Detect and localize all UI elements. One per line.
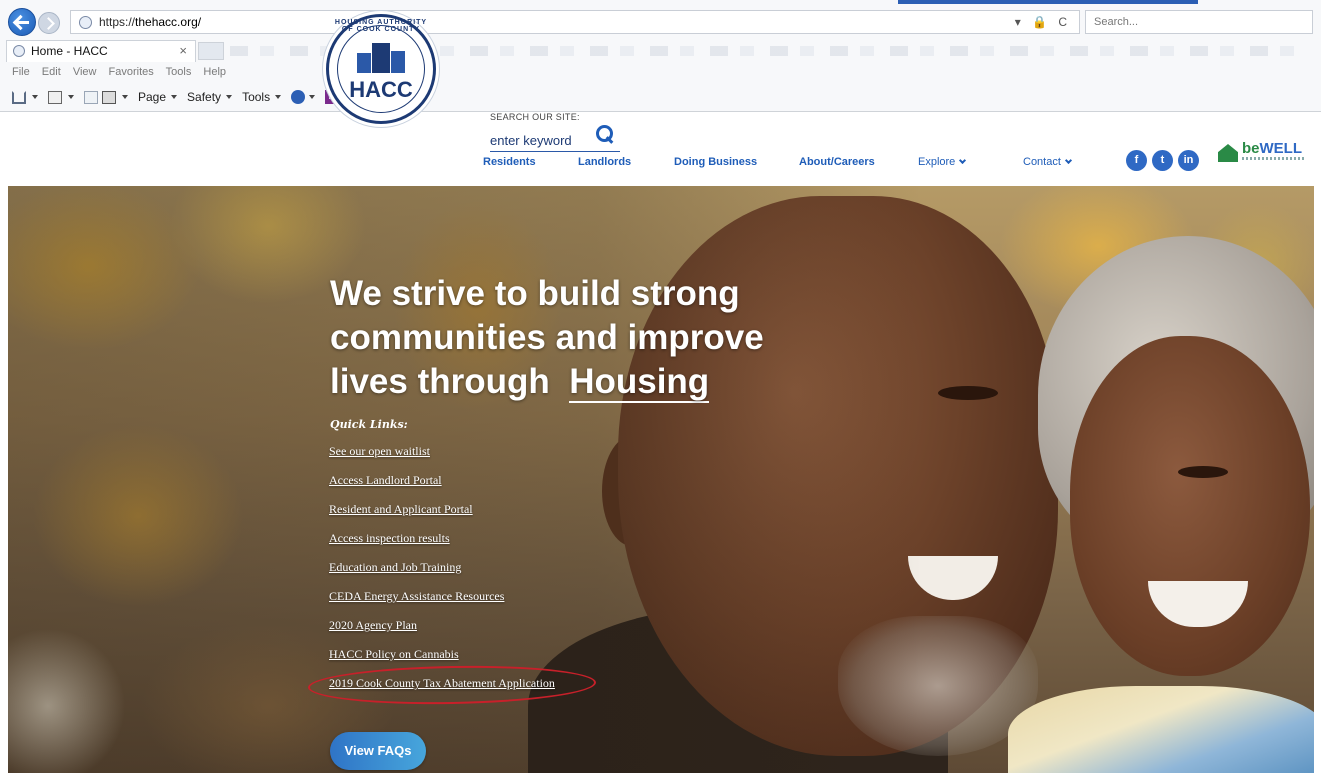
nav-about-careers[interactable]: About/Careers xyxy=(799,156,875,168)
browser-chrome: https://thehacc.org/ ▾ 🔒 C Search... Hom… xyxy=(0,0,1321,112)
nav-doing-business[interactable]: Doing Business xyxy=(674,156,757,168)
site-search-label: SEARCH OUR SITE: xyxy=(490,112,580,122)
help-icon[interactable] xyxy=(291,90,306,104)
hero-banner: We strive to build strong communities an… xyxy=(8,186,1314,773)
tools-menu[interactable]: Tools xyxy=(242,90,270,104)
site-header: SEARCH OUR SITE: enter keyword Residents… xyxy=(0,112,1321,186)
menu-help[interactable]: Help xyxy=(203,66,226,78)
hero-headline-line-3: lives through Housing xyxy=(330,360,810,404)
view-faqs-button[interactable]: View FAQs xyxy=(330,732,426,770)
quick-links-title: Quick Links: xyxy=(330,418,408,431)
chevron-down-icon xyxy=(1064,156,1072,165)
menu-favorites[interactable]: Favorites xyxy=(109,66,154,78)
nav-explore-label: Explore xyxy=(918,156,956,168)
print-dropdown-chevron-icon[interactable] xyxy=(122,95,128,99)
browser-search-placeholder: Search... xyxy=(1094,16,1139,28)
house-icon xyxy=(1218,144,1238,162)
menu-view[interactable]: View xyxy=(73,66,97,78)
browser-search-box[interactable]: Search... xyxy=(1085,10,1313,34)
nav-contact-label: Contact xyxy=(1023,156,1061,168)
tab-row: Home - HACC × xyxy=(0,40,1321,62)
site-favicon-icon xyxy=(79,16,92,29)
twitter-icon[interactable]: t xyxy=(1152,150,1173,171)
url-text: https://thehacc.org/ xyxy=(99,15,201,29)
feeds-icon[interactable] xyxy=(48,90,62,104)
bewell-wordmark: beWELL xyxy=(1242,140,1302,157)
forward-button[interactable] xyxy=(38,12,60,34)
safety-menu-chevron-icon[interactable] xyxy=(226,95,233,99)
quick-link-resident-portal[interactable]: Resident and Applicant Portal xyxy=(329,502,555,531)
nav-residents[interactable]: Residents xyxy=(483,156,536,168)
url-host: thehacc.org/ xyxy=(135,15,202,29)
linkedin-icon[interactable]: in xyxy=(1178,150,1199,171)
browser-top-accent xyxy=(898,0,1198,4)
hero-headline-line-1: We strive to build strong xyxy=(330,274,740,313)
menu-tools[interactable]: Tools xyxy=(166,66,192,78)
site-search-placeholder: enter keyword xyxy=(490,133,572,148)
bewell-well: WELL xyxy=(1259,140,1303,157)
search-icon[interactable] xyxy=(594,124,616,146)
nav-explore[interactable]: Explore xyxy=(918,156,967,168)
hero-headline-highlight: Housing xyxy=(569,362,710,403)
building-icon xyxy=(357,43,405,73)
feeds-dropdown-chevron-icon[interactable] xyxy=(68,95,74,99)
safety-menu[interactable]: Safety xyxy=(187,90,221,104)
help-chevron-icon[interactable] xyxy=(309,95,316,99)
quick-link-ceda-energy[interactable]: CEDA Energy Assistance Resources xyxy=(329,589,555,618)
tab-favicon-icon xyxy=(13,45,25,57)
new-tab-button[interactable] xyxy=(198,42,224,60)
tab-home-hacc[interactable]: Home - HACC × xyxy=(6,40,196,62)
hero-headline: We strive to build strong communities an… xyxy=(330,272,810,404)
page-menu[interactable]: Page xyxy=(138,90,166,104)
command-bar: Page Safety Tools N N xyxy=(12,88,365,106)
page-menu-chevron-icon[interactable] xyxy=(171,95,178,99)
hero-headline-line-2: communities and improve xyxy=(330,318,764,357)
address-bar[interactable]: https://thehacc.org/ ▾ 🔒 C xyxy=(70,10,1080,34)
tools-menu-chevron-icon[interactable] xyxy=(275,95,282,99)
read-mail-icon[interactable] xyxy=(84,90,98,104)
address-bar-icons[interactable]: ▾ 🔒 C xyxy=(1015,15,1071,29)
tab-title: Home - HACC xyxy=(31,44,108,58)
url-scheme: https:// xyxy=(99,15,136,29)
home-icon[interactable] xyxy=(12,90,26,104)
quick-link-landlord-portal[interactable]: Access Landlord Portal xyxy=(329,473,555,502)
address-row: https://thehacc.org/ ▾ 🔒 C Search... xyxy=(0,6,1321,36)
hero-headline-prefix: lives through xyxy=(330,362,550,401)
quick-link-open-waitlist[interactable]: See our open waitlist xyxy=(329,444,555,473)
bewell-tagline xyxy=(1242,157,1304,160)
facebook-icon[interactable]: f xyxy=(1126,150,1147,171)
bewell-logo[interactable]: beWELL xyxy=(1218,140,1310,166)
quick-link-agency-plan[interactable]: 2020 Agency Plan xyxy=(329,618,555,647)
logo-ring-text: HOUSING AUTHORITY OF COOK COUNTY xyxy=(334,19,428,33)
chevron-down-icon xyxy=(959,156,967,165)
menu-file[interactable]: File xyxy=(12,66,30,78)
hacc-logo[interactable]: HOUSING AUTHORITY OF COOK COUNTY HACC xyxy=(326,14,436,124)
quick-link-education-job-training[interactable]: Education and Job Training xyxy=(329,560,555,589)
print-icon[interactable] xyxy=(102,90,116,104)
nav-contact[interactable]: Contact xyxy=(1023,156,1072,168)
tab-close-icon[interactable]: × xyxy=(179,43,187,58)
nav-landlords[interactable]: Landlords xyxy=(578,156,631,168)
back-button[interactable] xyxy=(8,8,36,36)
bewell-be: be xyxy=(1242,140,1260,157)
home-dropdown-chevron-icon[interactable] xyxy=(32,95,38,99)
quick-link-inspection-results[interactable]: Access inspection results xyxy=(329,531,555,560)
menu-edit[interactable]: Edit xyxy=(42,66,61,78)
menu-bar: File Edit View Favorites Tools Help xyxy=(12,66,235,78)
logo-text: HACC xyxy=(349,77,413,102)
